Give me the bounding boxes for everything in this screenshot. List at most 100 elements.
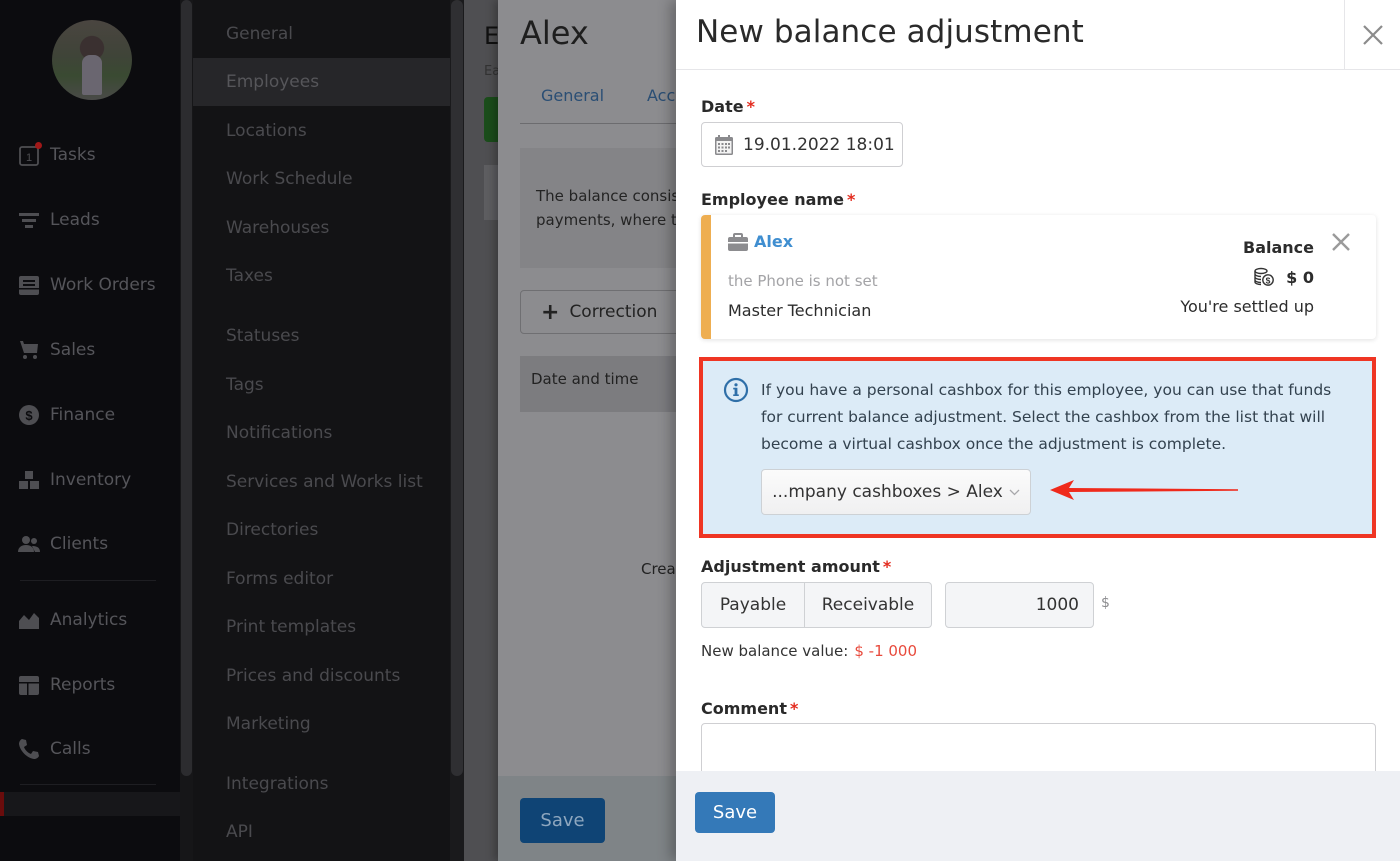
settings-item-taxes[interactable]: Taxes: [193, 252, 450, 300]
user-avatar[interactable]: [52, 20, 132, 100]
employee-panel-title: Alex: [520, 14, 589, 52]
correction-button[interactable]: + Correction: [520, 290, 676, 334]
nav-label: Tasks: [50, 145, 96, 165]
payable-button[interactable]: Payable: [701, 582, 805, 628]
settings-item-integrations[interactable]: Integrations: [193, 760, 450, 808]
settings-item-employees[interactable]: Employees: [193, 58, 450, 106]
remove-employee-button[interactable]: [1330, 231, 1352, 253]
currency-symbol: $: [1101, 595, 1110, 611]
employee-panel: Alex General Acc The balance consis paym…: [498, 0, 676, 861]
settings-nav: General Employees Locations Work Schedul…: [193, 0, 450, 861]
required-mark: *: [846, 190, 856, 209]
nav-item-sales[interactable]: Sales: [18, 335, 95, 365]
nav-item-finance[interactable]: $ Finance: [18, 400, 115, 430]
settings-item-notifications[interactable]: Notifications: [193, 409, 450, 457]
nav-label: Analytics: [50, 610, 128, 630]
settings-item-general[interactable]: General: [193, 10, 450, 58]
adjustment-label: Adjustment amount *: [701, 557, 891, 576]
cashbox-selected-value: ...mpany cashboxes > Alex: [772, 482, 1003, 502]
nav-label: Finance: [50, 405, 116, 425]
cart-icon: [18, 339, 40, 361]
cashbox-select[interactable]: ...mpany cashboxes > Alex: [761, 469, 1031, 515]
balance-row: $ $ 0: [1254, 267, 1314, 287]
modal-footer: Save: [676, 771, 1400, 861]
date-label: Date *: [701, 97, 755, 116]
coins-icon: $: [1254, 267, 1275, 286]
save-button[interactable]: Save: [695, 792, 775, 833]
main-nav: 1 Tasks Leads Work Orders Sales $ Financ…: [0, 0, 180, 861]
calendar-icon: [715, 134, 733, 155]
nav-item-analytics[interactable]: Analytics: [18, 605, 127, 635]
table-icon: [18, 674, 40, 696]
settings-nav-scrollbar[interactable]: [450, 0, 464, 861]
balance-label: Balance: [1243, 238, 1314, 257]
settings-item-forms-editor[interactable]: Forms editor: [193, 555, 450, 603]
receivable-button[interactable]: Receivable: [805, 582, 932, 628]
nav-label: Work Orders: [50, 275, 156, 295]
balance-info: The balance consis payments, where t: [520, 148, 676, 268]
main-nav-scrollbar[interactable]: [180, 0, 193, 861]
correction-label: Correction: [569, 302, 658, 322]
info-icon: [723, 377, 749, 403]
settings-item-api[interactable]: API: [193, 808, 450, 856]
work-order-icon: [18, 274, 40, 296]
annotation-arrow-icon: [1050, 480, 1238, 500]
tab-general[interactable]: General: [541, 86, 604, 105]
svg-text:$: $: [25, 408, 33, 423]
nav-label: Clients: [50, 534, 109, 554]
nav-item-calls[interactable]: Calls: [18, 734, 91, 764]
amount-input[interactable]: [945, 582, 1094, 628]
settings-item-prices[interactable]: Prices and discounts: [193, 652, 450, 700]
balance-status: You're settled up: [1180, 297, 1314, 316]
settings-item-tags[interactable]: Tags: [193, 361, 450, 409]
nav-item-inventory[interactable]: Inventory: [18, 465, 131, 495]
table-header-date: Date and time: [520, 356, 676, 412]
modal-title: New balance adjustment: [696, 14, 1084, 50]
employee-save-button[interactable]: Save: [520, 798, 605, 843]
settings-item-services[interactable]: Services and Works list: [193, 458, 450, 506]
nav-item-leads[interactable]: Leads: [18, 205, 100, 235]
nav-item-reports[interactable]: Reports: [18, 670, 115, 700]
svg-text:1: 1: [26, 152, 32, 164]
funnel-icon: [18, 209, 40, 231]
settings-item-locations[interactable]: Locations: [193, 107, 450, 155]
modal-header: New balance adjustment: [676, 0, 1400, 70]
date-value: 19.01.2022 18:01: [743, 134, 895, 155]
scrollbar-thumb[interactable]: [451, 0, 463, 776]
nav-item-work-orders[interactable]: Work Orders: [18, 270, 156, 300]
nav-item-clients[interactable]: Clients: [18, 529, 108, 559]
tab-accounts[interactable]: Acc: [647, 86, 675, 105]
settings-item-work-schedule[interactable]: Work Schedule: [193, 155, 450, 203]
settings-item-warehouses[interactable]: Warehouses: [193, 204, 450, 252]
nav-item-settings-active[interactable]: [0, 792, 180, 816]
notification-dot: [35, 142, 42, 149]
close-button[interactable]: [1344, 0, 1400, 70]
nav-item-tasks[interactable]: 1 Tasks: [18, 140, 96, 170]
settings-item-marketing[interactable]: Marketing: [193, 700, 450, 748]
plus-icon: +: [541, 299, 560, 325]
tasks-calendar-icon: 1: [18, 142, 42, 166]
nav-divider: [20, 580, 156, 581]
employee-phone: the Phone is not set: [728, 272, 878, 290]
briefcase-icon: [728, 232, 748, 251]
settings-item-directories[interactable]: Directories: [193, 506, 450, 554]
nav-label: Leads: [50, 210, 100, 230]
scrollbar-thumb[interactable]: [181, 0, 192, 776]
phone-icon: [18, 738, 40, 760]
label-text: Employee name: [701, 190, 844, 209]
users-icon: [18, 533, 40, 555]
new-balance: New balance value: $ -1 000: [701, 642, 917, 660]
required-mark: *: [882, 557, 892, 576]
employee-name-link[interactable]: Alex: [754, 232, 793, 251]
date-field[interactable]: 19.01.2022 18:01: [701, 122, 903, 167]
employee-label: Employee name *: [701, 190, 855, 209]
settings-item-statuses[interactable]: Statuses: [193, 312, 450, 360]
nav-divider: [20, 784, 156, 785]
label-text: Adjustment amount: [701, 557, 880, 576]
settings-item-print-templates[interactable]: Print templates: [193, 603, 450, 651]
nav-label: Sales: [50, 340, 96, 360]
info-line: The balance consis: [536, 187, 676, 205]
comment-label: Comment *: [701, 699, 798, 718]
cashbox-notice: If you have a personal cashbox for this …: [699, 357, 1376, 538]
nav-label: Calls: [50, 739, 91, 759]
